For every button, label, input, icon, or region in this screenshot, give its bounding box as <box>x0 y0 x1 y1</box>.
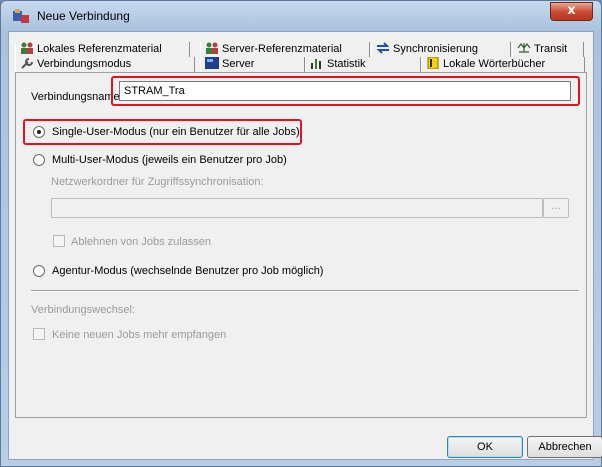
network-folder-label: Netzwerkordner für Zugriffssynchronisati… <box>51 176 264 188</box>
multi-user-radio[interactable] <box>33 154 45 166</box>
multi-user-label[interactable]: Multi-User-Modus (jeweils ein Benutzer p… <box>52 154 287 166</box>
tab-label: Synchronisierung <box>393 43 478 55</box>
people-icon <box>21 42 33 54</box>
separator <box>31 290 579 292</box>
tab-label: Transit <box>534 43 568 55</box>
no-new-jobs-checkbox[interactable] <box>33 328 45 340</box>
tab-local-reference[interactable]: Lokales Referenzmaterial <box>15 42 190 57</box>
dialog-body: Lokales Referenzmaterial Server-Referenz… <box>8 31 602 460</box>
people-icon <box>206 42 218 54</box>
close-button[interactable]: x <box>550 2 593 21</box>
network-folder-input[interactable] <box>51 198 543 218</box>
wrench-icon <box>21 58 33 69</box>
ok-button[interactable]: OK <box>447 436 523 458</box>
app-icon <box>13 9 29 23</box>
tab-connection-mode[interactable]: Verbindungsmodus <box>15 57 195 72</box>
scale-icon <box>517 43 531 53</box>
tab-synchronisation[interactable]: Synchronisierung <box>371 42 511 57</box>
reject-jobs-label: Ablehnen von Jobs zulassen <box>71 236 212 248</box>
highlight-connection-name <box>111 76 580 106</box>
tab-label: Verbindungsmodus <box>37 58 132 70</box>
tab-local-dictionaries[interactable]: Lokale Wörterbücher <box>421 57 585 72</box>
tab-server[interactable]: Server <box>200 57 305 72</box>
agent-mode-radio[interactable] <box>33 265 45 277</box>
title-bar[interactable]: Neue Verbindung x <box>1 1 601 31</box>
tab-server-reference[interactable]: Server-Referenzmaterial <box>200 42 370 57</box>
tab-label: Server-Referenzmaterial <box>222 43 342 55</box>
connection-change-label: Verbindungswechsel: <box>31 304 135 316</box>
server-icon <box>205 57 219 69</box>
agent-mode-label[interactable]: Agentur-Modus (wechselnde Benutzer pro J… <box>52 265 323 277</box>
tab-label: Statistik <box>327 58 366 70</box>
window-title: Neue Verbindung <box>37 9 130 23</box>
highlight-single-user <box>23 119 302 145</box>
dictionary-icon <box>427 57 439 69</box>
statistics-icon <box>311 59 321 69</box>
tab-label: Server <box>222 58 255 70</box>
connection-name-label: Verbindungsname: <box>31 91 123 103</box>
sync-arrows-icon <box>376 42 390 54</box>
no-new-jobs-label: Keine neuen Jobs mehr empfangen <box>52 329 227 341</box>
tab-label: Lokales Referenzmaterial <box>37 43 162 55</box>
browse-button[interactable]: ... <box>543 198 569 218</box>
tab-transit[interactable]: Transit <box>512 42 584 57</box>
tab-statistics[interactable]: Statistik <box>305 57 421 72</box>
cancel-button[interactable]: Abbrechen <box>527 436 602 458</box>
tab-label: Lokale Wörterbücher <box>443 58 546 70</box>
reject-jobs-checkbox[interactable] <box>53 235 65 247</box>
dialog-window: Neue Verbindung x Lokales Referenzmateri… <box>0 0 602 467</box>
